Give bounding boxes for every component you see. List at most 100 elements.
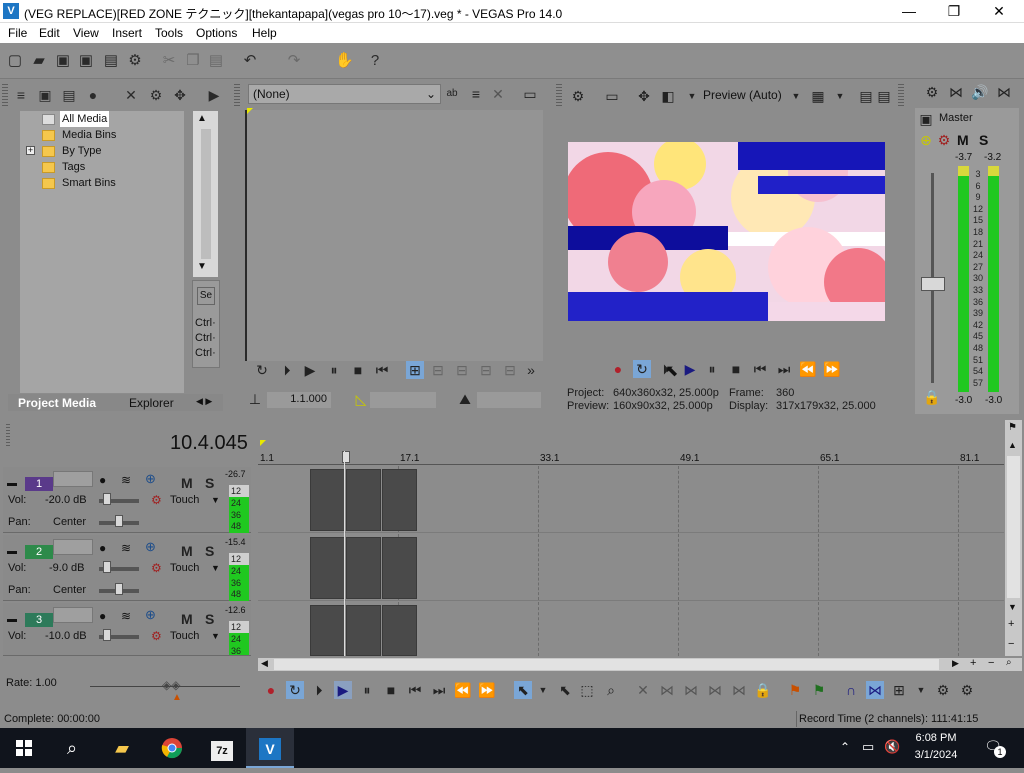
trim-start-icon[interactable]: ⋈ <box>682 681 700 699</box>
help-icon[interactable]: ? <box>366 52 384 70</box>
split-icon[interactable]: ⋈ <box>730 681 748 699</box>
mixer-properties-icon[interactable]: ⚙ <box>923 83 941 101</box>
scroll-thumb[interactable] <box>274 659 939 670</box>
7zip-icon[interactable]: 7z <box>198 728 246 768</box>
tab-scroll-icon[interactable]: ◀ ▶ <box>196 396 212 407</box>
next-frame-icon[interactable]: ⏩ <box>478 681 496 699</box>
search-media-icon[interactable]: Se <box>197 287 215 305</box>
trim-icon[interactable]: ⋈ <box>658 681 676 699</box>
scroll-down-icon[interactable]: ▼ <box>197 261 207 272</box>
tab-project-media[interactable]: Project Media <box>18 396 96 410</box>
track-name-field[interactable] <box>53 607 93 623</box>
automation-mode-icon[interactable]: ⚙ <box>151 629 162 643</box>
undo-icon[interactable]: ↶ <box>241 52 259 70</box>
loop-icon[interactable]: ↻ <box>286 681 304 699</box>
close-button[interactable]: ✕ <box>976 0 1022 23</box>
go-to-end-icon[interactable]: ⏭ <box>775 360 793 378</box>
region-icon[interactable]: ⚑ <box>810 681 828 699</box>
overlays-icon[interactable]: ▦ <box>809 87 827 105</box>
previous-frame-icon[interactable]: ⏪ <box>799 360 817 378</box>
play-from-start-icon[interactable]: ⏵ <box>278 361 296 379</box>
collapse-icon[interactable]: ▬ <box>7 614 17 625</box>
track-fx-icon[interactable]: ⊕ <box>145 471 156 487</box>
record-icon[interactable]: ● <box>609 360 627 378</box>
stop-icon[interactable]: ■ <box>349 361 367 379</box>
zoom-in-icon[interactable]: + <box>970 657 976 669</box>
spell-check-icon[interactable]: ab <box>443 85 461 103</box>
rate-handle-icon[interactable]: ◈◈ <box>162 678 180 692</box>
scroll-thumb[interactable] <box>201 129 211 259</box>
go-to-start-icon[interactable]: ⏮ <box>406 681 424 699</box>
snapping-icon[interactable]: ∩ <box>842 681 860 699</box>
maximize-button[interactable]: ❐ <box>931 0 977 23</box>
ripple-edit-icon[interactable]: ⊞ <box>890 681 908 699</box>
tree-item-by-type[interactable]: By Type <box>62 143 102 159</box>
arm-record-icon[interactable]: ● <box>99 609 106 623</box>
clock-date[interactable]: 3/1/2024 <box>912 749 960 761</box>
trimmer-display[interactable] <box>245 110 543 361</box>
automation-icon[interactable]: ≋ <box>121 541 131 555</box>
track-header-1[interactable]: ▬ 1 ● ≋ ⊕ M S -26.7 Vol: -20.0 dB ⚙ Touc… <box>3 467 251 533</box>
track-lane-2[interactable] <box>258 534 1004 601</box>
selection-tool-icon[interactable]: ⬚ <box>578 681 596 699</box>
scroll-right-icon[interactable]: ▶ <box>952 658 959 669</box>
collapse-icon[interactable]: ▬ <box>7 478 17 489</box>
preview-fx-icon[interactable]: ◧ <box>659 87 677 105</box>
render-icon[interactable]: ▤ <box>102 52 120 70</box>
insert-icon[interactable]: ⊟ <box>429 361 447 379</box>
auto-crossfade-icon[interactable]: ⋈ <box>866 681 884 699</box>
volume-thumb[interactable] <box>103 629 111 641</box>
save-icon[interactable]: ▣ <box>54 52 72 70</box>
save-snapshot-icon[interactable]: ▤ <box>875 87 893 105</box>
scroll-up-icon[interactable]: ▲ <box>197 113 207 124</box>
automation-mode[interactable]: Touch <box>170 630 199 642</box>
go-to-end-icon[interactable]: ⏭ <box>430 681 448 699</box>
delete-icon[interactable]: ✕ <box>634 681 652 699</box>
expand-icon[interactable]: + <box>26 146 35 155</box>
track-header-3[interactable]: ▬ 3 ● ≋ ⊕ M S -12.6 Vol: -10.0 dB ⚙ Touc… <box>3 603 251 656</box>
pause-icon[interactable]: ⏸ <box>703 360 721 378</box>
pan-thumb[interactable] <box>115 515 123 527</box>
panel-grip[interactable] <box>6 424 10 446</box>
media-event[interactable] <box>346 605 381 656</box>
tree-item-all-media[interactable]: All Media <box>60 111 110 127</box>
media-fx-icon[interactable]: ⚙ <box>147 86 165 104</box>
timeline-hscroll[interactable]: ◀ ▶ + − ⌕ <box>258 657 1022 671</box>
arm-record-icon[interactable]: ● <box>99 473 106 487</box>
more-icon[interactable]: ▶ <box>205 86 223 104</box>
automation-mode[interactable]: Touch <box>170 494 199 506</box>
tab-explorer[interactable]: Explorer <box>129 396 174 410</box>
mute-button[interactable]: M <box>181 543 193 559</box>
trim-icon[interactable]: ≡ <box>467 85 485 103</box>
remove-icon[interactable]: ✕ <box>122 86 140 104</box>
menu-help[interactable]: Help <box>252 26 277 40</box>
track-fx-icon[interactable]: ⊕ <box>145 539 156 555</box>
redo-icon[interactable]: ↷ <box>285 52 303 70</box>
normal-edit-tool-icon[interactable]: ⬉ <box>514 681 532 699</box>
track-lane-3[interactable] <box>258 602 1004 656</box>
minimize-button[interactable]: — <box>886 0 932 23</box>
panel-grip[interactable] <box>234 84 240 106</box>
trimmer-options-icon[interactable]: ▭ <box>521 85 539 103</box>
media-event[interactable] <box>310 469 345 531</box>
windows-start-icon[interactable] <box>0 728 48 768</box>
arm-record-icon[interactable]: ● <box>99 541 106 555</box>
solo-button[interactable]: S <box>205 611 214 627</box>
automation-mode[interactable]: Touch <box>170 562 199 574</box>
loop-icon[interactable]: ↻ <box>633 360 651 378</box>
pause-icon[interactable]: ⏸ <box>325 361 343 379</box>
trim-end-icon[interactable]: ⋈ <box>706 681 724 699</box>
paste-icon[interactable]: ▤ <box>207 52 225 70</box>
scroll-thumb[interactable] <box>1007 456 1020 598</box>
go-to-start-icon[interactable]: ⏮ <box>751 360 769 378</box>
cut-icon[interactable]: ✂ <box>160 52 178 70</box>
media-event[interactable] <box>382 605 417 656</box>
media-event[interactable] <box>346 469 381 531</box>
save-as-icon[interactable]: ▣ <box>77 52 95 70</box>
next-frame-icon[interactable]: ⏩ <box>823 360 841 378</box>
zoom-tool-icon[interactable]: ⌕ <box>602 681 620 699</box>
timeline-ruler[interactable]: 1.1 17.1 33.1 49.1 65.1 81.1 <box>258 451 1004 465</box>
automation-mode-icon[interactable]: ⚙ <box>151 493 162 507</box>
media-generators-icon[interactable]: ✥ <box>171 86 189 104</box>
preview-quality[interactable]: Preview (Auto) <box>703 88 782 102</box>
